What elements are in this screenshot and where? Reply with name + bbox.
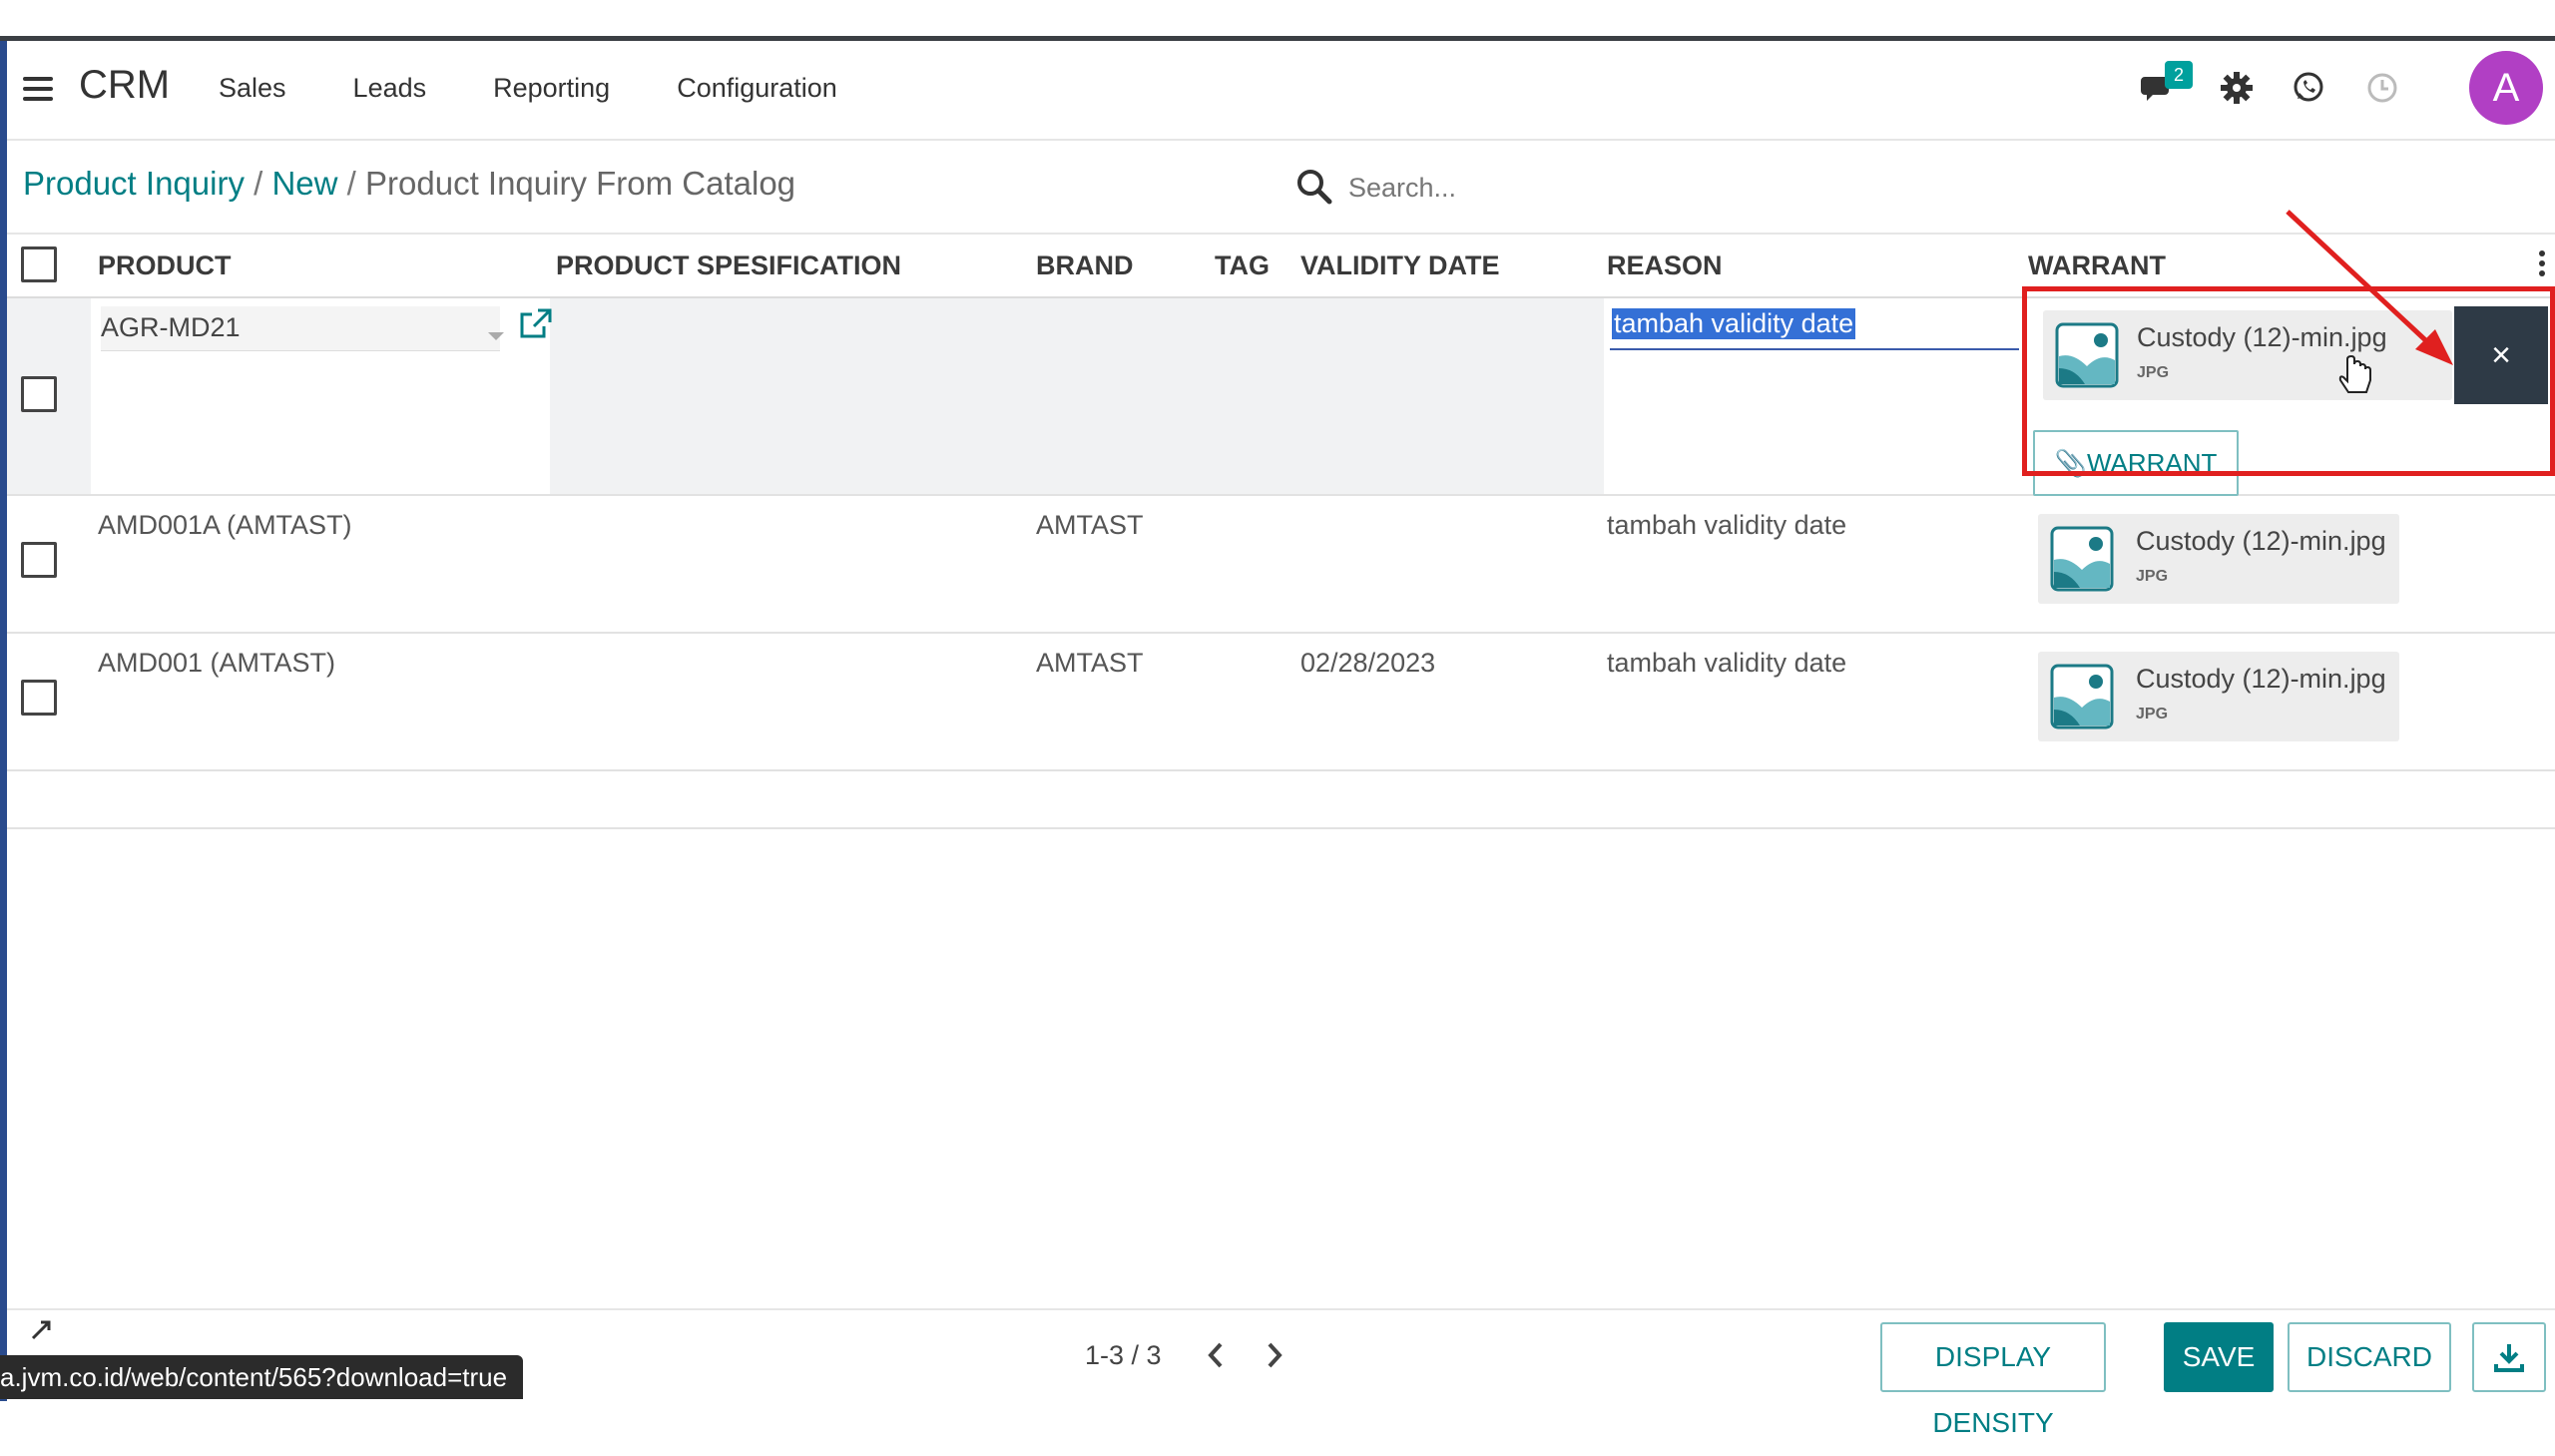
top-navbar: CRM Sales Leads Reporting Configuration …	[7, 41, 2555, 141]
header-warrant[interactable]: WARRANT	[2028, 250, 2166, 281]
discard-button[interactable]: DISCARD	[2288, 1322, 2451, 1392]
window-top-strip	[0, 0, 2555, 36]
control-panel: Product Inquiry / New / Product Inquiry …	[7, 141, 2555, 235]
search-icon[interactable]	[1294, 167, 1334, 207]
cell-validity-date: 02/28/2023	[1300, 648, 1436, 678]
product-cell: AGR-MD21	[91, 298, 552, 494]
table-empty-row	[7, 771, 2555, 829]
breadcrumb-separator: /	[244, 165, 272, 202]
image-file-icon	[2050, 664, 2114, 729]
whatsapp-icon[interactable]	[2292, 71, 2331, 111]
breadcrumb-separator: /	[337, 165, 366, 202]
header-product[interactable]: PRODUCT	[98, 250, 232, 281]
breadcrumb-new[interactable]: New	[271, 165, 337, 202]
attachment-filetype: JPG	[2136, 568, 2169, 585]
header-validity-date[interactable]: VALIDITY DATE	[1300, 250, 1500, 281]
attachment-filename: Custody (12)-min.jpg	[2136, 664, 2386, 694]
cell-product: AMD001 (AMTAST)	[98, 648, 336, 678]
product-value: AGR-MD21	[101, 312, 241, 342]
table-row[interactable]: AMD001A (AMTAST) AMTAST tambah validity …	[7, 496, 2555, 634]
pager-next-icon[interactable]	[1260, 1338, 1289, 1372]
chat-icon[interactable]: 2	[2141, 61, 2193, 111]
select-all-checkbox[interactable]	[21, 246, 57, 282]
annotation-highlight-box	[2022, 286, 2555, 476]
reason-cell: tambah validity date	[1604, 298, 2023, 494]
breadcrumb-product-inquiry[interactable]: Product Inquiry	[23, 165, 245, 202]
menu-item-sales[interactable]: Sales	[219, 73, 286, 104]
image-file-icon	[2050, 526, 2114, 592]
menu-item-leads[interactable]: Leads	[353, 73, 427, 104]
window-left-border	[0, 41, 7, 1401]
attachment-filetype: JPG	[2136, 706, 2169, 723]
clock-icon[interactable]	[2365, 71, 2405, 111]
main-menu: Sales Leads Reporting Configuration	[219, 73, 904, 104]
header-reason[interactable]: REASON	[1607, 250, 1723, 281]
header-tag[interactable]: TAG	[1215, 250, 1270, 281]
cell-reason: tambah validity date	[1607, 648, 1847, 678]
breadcrumb-current: Product Inquiry From Catalog	[365, 165, 796, 202]
pager-value[interactable]: 1-3 / 3	[1085, 1340, 1162, 1371]
menu-item-reporting[interactable]: Reporting	[493, 73, 610, 104]
menu-icon[interactable]	[23, 77, 53, 101]
chevron-down-icon[interactable]	[488, 332, 504, 340]
app-window: CRM Sales Leads Reporting Configuration …	[7, 41, 2555, 1438]
display-density-button[interactable]: DISPLAY DENSITY	[1880, 1322, 2106, 1438]
messages-badge: 2	[2165, 61, 2193, 89]
app-name[interactable]: CRM	[79, 63, 170, 108]
gear-icon[interactable]	[2220, 71, 2260, 111]
product-select[interactable]: AGR-MD21	[101, 306, 504, 351]
column-options-icon[interactable]	[2539, 250, 2547, 278]
breadcrumb: Product Inquiry / New / Product Inquiry …	[23, 165, 795, 203]
row-checkbox[interactable]	[21, 376, 57, 412]
expand-icon[interactable]	[29, 1318, 53, 1342]
search-box	[1294, 163, 2492, 211]
navbar-systray: 2 A	[2136, 41, 2555, 139]
menu-item-configuration[interactable]: Configuration	[677, 73, 837, 104]
reason-selected-text: tambah validity date	[1612, 308, 1856, 339]
download-icon	[2494, 1344, 2524, 1372]
reason-input[interactable]: tambah validity date	[1610, 304, 2019, 350]
header-brand[interactable]: BRAND	[1036, 250, 1134, 281]
cell-brand: AMTAST	[1036, 510, 1144, 540]
user-avatar[interactable]: A	[2469, 51, 2543, 125]
row-checkbox[interactable]	[21, 680, 57, 716]
header-product-specification[interactable]: PRODUCT SPESIFICATION	[556, 250, 901, 281]
download-button[interactable]	[2472, 1322, 2546, 1392]
attachment-filename: Custody (12)-min.jpg	[2136, 526, 2386, 556]
external-link-icon[interactable]	[518, 306, 554, 342]
cell-reason: tambah validity date	[1607, 510, 1847, 540]
browser-status-url: a.jvm.co.id/web/content/565?download=tru…	[0, 1355, 524, 1399]
table-row[interactable]: AMD001 (AMTAST) AMTAST 02/28/2023 tambah…	[7, 634, 2555, 771]
attachment-card[interactable]: Custody (12)-min.jpg JPG	[2038, 514, 2399, 604]
pager-previous-icon[interactable]	[1201, 1338, 1231, 1372]
save-button[interactable]: SAVE	[2164, 1322, 2274, 1392]
cell-product: AMD001A (AMTAST)	[98, 510, 352, 540]
attachment-card[interactable]: Custody (12)-min.jpg JPG	[2038, 652, 2399, 741]
cell-brand: AMTAST	[1036, 648, 1144, 678]
row-checkbox[interactable]	[21, 542, 57, 578]
search-input[interactable]	[1346, 167, 2249, 209]
